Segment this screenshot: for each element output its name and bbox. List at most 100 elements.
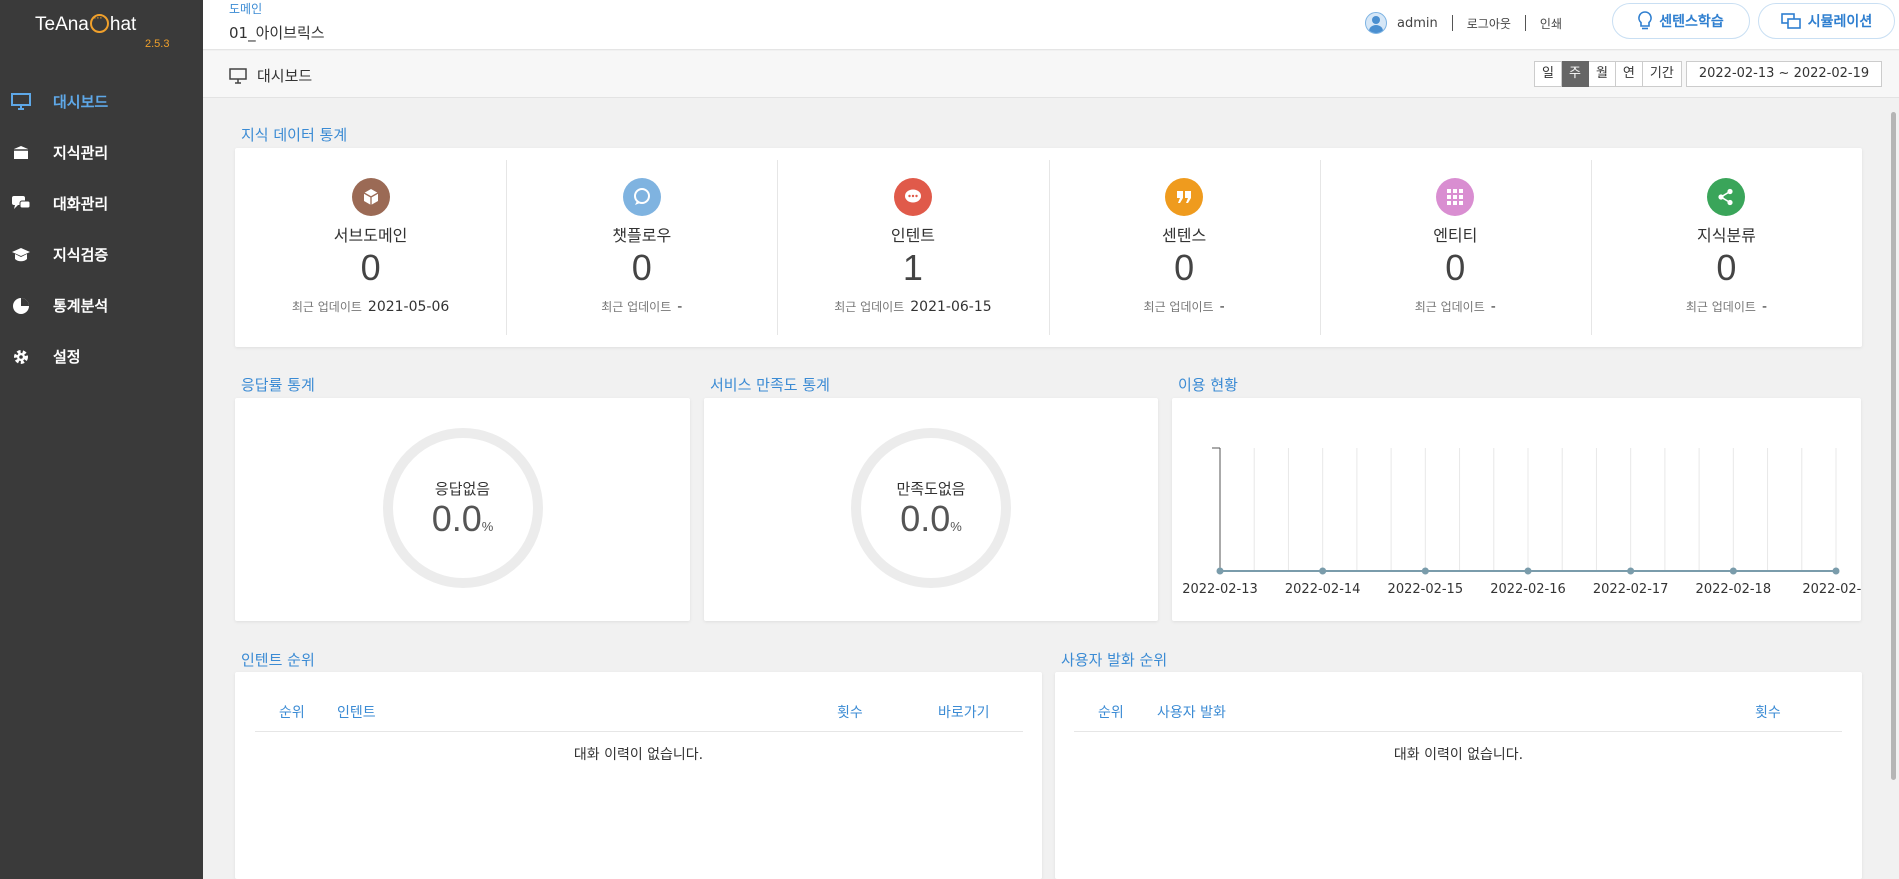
period-month[interactable]: 월: [1588, 61, 1616, 87]
satisfaction-title: 서비스 만족도 통계: [710, 376, 830, 394]
col-utterance: 사용자 발화: [1157, 705, 1226, 721]
donut-value: 0.0%: [900, 498, 962, 539]
box-icon: [351, 178, 390, 216]
sidebar-item-verification[interactable]: 지식검증: [0, 229, 203, 280]
stat-name: 서브도메인: [333, 226, 408, 245]
stat-chatflow[interactable]: 챗플로우 0 최근 업데이트 -: [506, 148, 777, 347]
sidebar-item-knowledge[interactable]: 지식관리: [0, 127, 203, 178]
stat-name: 센텐스: [1162, 226, 1207, 245]
button-label: 센텐스학습: [1659, 14, 1724, 30]
sidebar-item-label: 대시보드: [53, 93, 109, 111]
sidebar-nav: 대시보드 지식관리 대화관리 지식검증 통계분석 설정: [0, 76, 203, 382]
sidebar: TeAnahat 2.5.3 대시보드 지식관리 대화관리 지식검증 통계분석 …: [0, 0, 203, 879]
stat-updated: 최근 업데이트 -: [1685, 299, 1767, 315]
print-link[interactable]: 인쇄: [1540, 15, 1562, 32]
quote-icon: [1165, 178, 1204, 216]
app-logo[interactable]: TeAnahat: [35, 10, 136, 36]
logout-link[interactable]: 로그아웃: [1467, 15, 1511, 32]
table-header: 순위 사용자 발화 횟수: [1074, 672, 1842, 732]
date-range-input[interactable]: 2022-02-13 ~ 2022-02-19: [1686, 61, 1882, 87]
share-icon: [1707, 178, 1746, 216]
data-point[interactable]: [1729, 567, 1737, 575]
stat-value: 0: [360, 247, 381, 288]
col-rank: 순위: [279, 705, 305, 721]
user-area: admin 로그아웃 인쇄: [1365, 12, 1562, 34]
sidebar-item-statistics[interactable]: 통계분석: [0, 280, 203, 331]
stat-sentence[interactable]: 센텐스 0 최근 업데이트 -: [1048, 148, 1320, 347]
sidebar-item-label: 지식검증: [53, 246, 109, 264]
stat-value: 1: [902, 247, 923, 288]
intent-rank-title: 인텐트 순위: [241, 651, 315, 669]
data-point[interactable]: [1421, 567, 1429, 575]
usage-card: 2022-02-13 2022-02-14 2022-02-15 2022-02-16…: [1172, 398, 1861, 621]
utterance-rank-card: 순위 사용자 발화 횟수 대화 이력이 없습니다.: [1055, 672, 1862, 879]
col-count: 횟수: [837, 705, 863, 721]
sidebar-item-label: 설정: [53, 348, 81, 366]
domain-label: 도메인: [229, 2, 263, 16]
app-version: 2.5.3: [145, 38, 170, 50]
col-intent: 인텐트: [337, 705, 376, 721]
sentence-learning-button[interactable]: 센텐스학습: [1612, 3, 1750, 39]
stat-classification[interactable]: 지식분류 0 최근 업데이트 -: [1590, 148, 1862, 347]
x-tick-label: 2022-02-18: [1696, 582, 1772, 597]
chat-logo-icon: [89, 10, 109, 33]
stat-updated: 최근 업데이트 2021-05-06: [291, 299, 450, 315]
stat-updated: 최근 업데이트 2021-06-15: [834, 299, 992, 315]
data-point[interactable]: [1216, 567, 1224, 575]
stats-card: 서브도메인 0 최근 업데이트 2021-05-06 챗플로우 0 최근 업데이트…: [235, 148, 1862, 347]
x-tick-label: 2022-02-16: [1490, 582, 1566, 597]
graduation-cap-icon: [10, 246, 32, 264]
response-rate-card: 응답없음 0.0%: [235, 398, 690, 621]
utterance-rank-title: 사용자 발화 순위: [1061, 651, 1168, 669]
sidebar-item-conversation[interactable]: 대화관리: [0, 178, 203, 229]
simulation-button[interactable]: 시뮬레이션: [1758, 3, 1895, 39]
col-count: 횟수: [1755, 705, 1781, 721]
sidebar-item-label: 통계분석: [53, 297, 109, 315]
sidebar-item-label: 지식관리: [53, 144, 109, 162]
domain-selector[interactable]: 01_아이브릭스: [229, 22, 325, 43]
stat-name: 챗플로우: [612, 226, 672, 245]
grid-icon: [1436, 178, 1475, 216]
data-point[interactable]: [1627, 567, 1635, 575]
period-day[interactable]: 일: [1534, 61, 1562, 87]
table-header: 순위 인텐트 횟수 바로가기: [255, 672, 1023, 732]
stat-name: 지식분류: [1697, 226, 1756, 245]
sidebar-item-dashboard[interactable]: 대시보드: [0, 76, 203, 127]
data-point[interactable]: [1524, 567, 1532, 575]
page-title: 대시보드: [229, 65, 312, 86]
stat-value: 0: [631, 247, 652, 288]
x-tick-label: 2022-02-1: [1802, 582, 1861, 597]
stat-value: 0: [1716, 247, 1737, 288]
response-rate-donut: 응답없음 0.0%: [382, 428, 543, 588]
sidebar-item-settings[interactable]: 설정: [0, 331, 203, 382]
scrollbar[interactable]: [1891, 112, 1896, 780]
empty-message: 대화 이력이 없습니다.: [1393, 747, 1524, 763]
x-tick-label: 2022-02-15: [1388, 582, 1464, 597]
x-tick-label: 2022-02-14: [1285, 582, 1361, 597]
stat-intent[interactable]: 인텐트 1 최근 업데이트 2021-06-15: [777, 148, 1048, 347]
divider: [1524, 15, 1526, 31]
usage-line-chart: 2022-02-13 2022-02-14 2022-02-15 2022-02-16…: [1182, 447, 1861, 597]
sidebar-item-label: 대화관리: [53, 195, 109, 213]
monitor-icon: [229, 67, 247, 84]
stat-updated: 최근 업데이트 -: [1143, 299, 1225, 315]
period-range[interactable]: 기간: [1642, 61, 1682, 87]
stat-subdomain[interactable]: 서브도메인 0 최근 업데이트 2021-05-06: [235, 148, 506, 347]
period-selector: 일 주 월 연 기간: [1534, 61, 1682, 87]
data-point[interactable]: [1832, 567, 1840, 575]
stat-value: 0: [1174, 247, 1195, 288]
stat-entity[interactable]: 엔티티 0 최근 업데이트 -: [1319, 148, 1591, 347]
period-week[interactable]: 주: [1561, 61, 1589, 87]
col-shortcut: 바로가기: [938, 705, 990, 721]
satisfaction-donut: 만족도없음 0.0%: [851, 428, 1011, 588]
chat-bubble-icon: [622, 178, 661, 216]
period-year[interactable]: 연: [1615, 61, 1643, 87]
stat-updated: 최근 업데이트 -: [601, 299, 683, 315]
empty-message: 대화 이력이 없습니다.: [573, 747, 704, 763]
data-point[interactable]: [1319, 567, 1327, 575]
top-header: 도메인 01_아이브릭스 admin 로그아웃 인쇄 센텐스학습 시뮬레이션: [203, 0, 1899, 50]
donut-label: 응답없음: [434, 480, 491, 498]
divider: [1451, 15, 1453, 31]
x-tick-label: 2022-02-17: [1593, 582, 1669, 597]
page-toolbar: 대시보드 일 주 월 연 기간 2022-02-13 ~ 2022-02-19: [203, 51, 1899, 98]
